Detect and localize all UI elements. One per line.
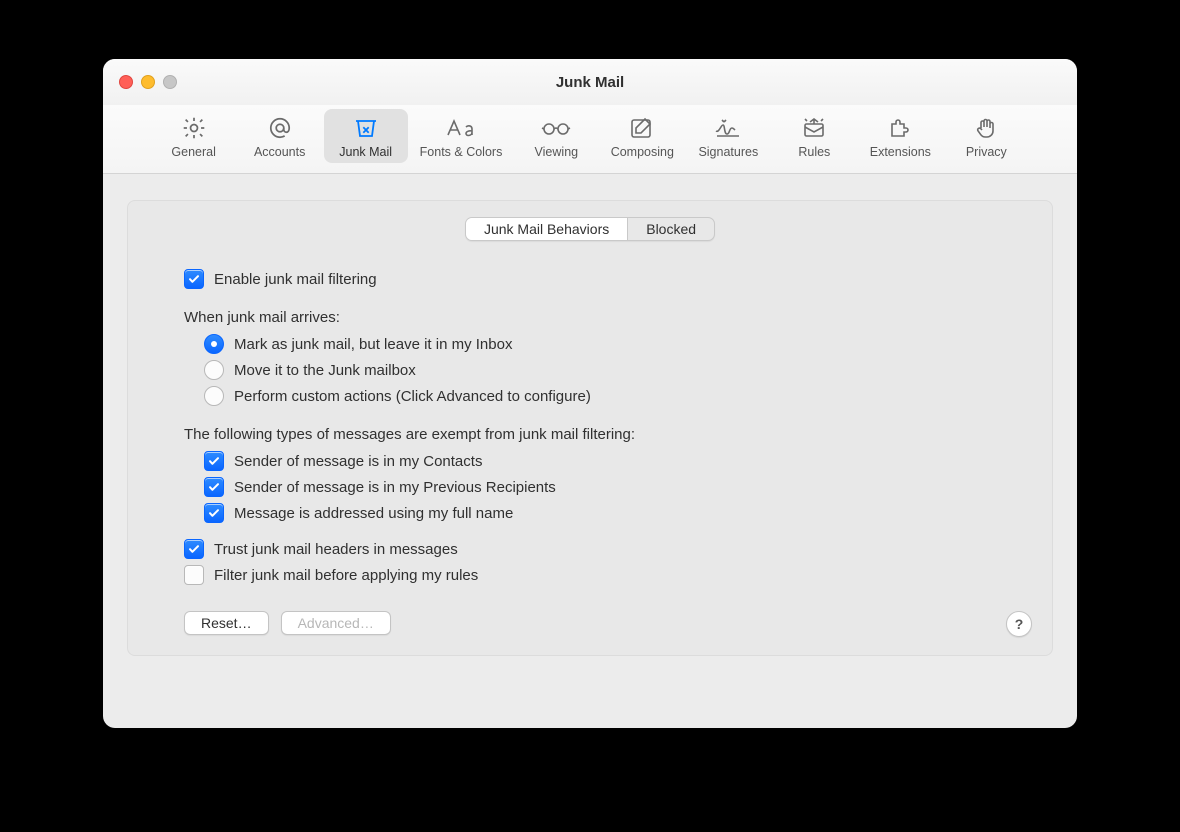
filter-before-rules-label: Filter junk mail before applying my rule… <box>214 567 478 584</box>
tab-label: Fonts & Colors <box>420 145 503 159</box>
arrives-option-label: Mark as junk mail, but leave it in my In… <box>234 336 512 353</box>
tab-accounts[interactable]: Accounts <box>238 109 322 163</box>
preferences-window: Junk Mail General <box>103 59 1077 728</box>
titlebar: Junk Mail <box>103 59 1077 105</box>
tab-fonts-colors[interactable]: Fonts & Colors <box>410 109 513 163</box>
arrives-option-label: Perform custom actions (Click Advanced t… <box>234 388 591 405</box>
junk-subsection-segmented: Junk Mail Behaviors Blocked <box>465 217 715 241</box>
tab-label: Privacy <box>966 145 1007 159</box>
tab-label: Signatures <box>698 145 758 159</box>
exempt-previous-recipients-checkbox[interactable] <box>204 477 224 497</box>
hand-icon <box>974 115 998 141</box>
glasses-icon <box>540 115 572 141</box>
arrives-option-label: Move it to the Junk mailbox <box>234 362 416 379</box>
window-title: Junk Mail <box>556 74 624 91</box>
junk-mail-panel: Junk Mail Behaviors Blocked Enable junk … <box>127 200 1053 656</box>
help-button[interactable]: ? <box>1006 611 1032 637</box>
puzzle-icon <box>887 115 913 141</box>
trust-headers-label: Trust junk mail headers in messages <box>214 541 458 558</box>
exempt-heading: The following types of messages are exem… <box>184 426 996 443</box>
compose-icon <box>629 115 655 141</box>
rules-icon <box>800 115 828 141</box>
tab-privacy[interactable]: Privacy <box>944 109 1028 163</box>
arrives-option-mark-radio[interactable] <box>204 334 224 354</box>
close-window-button[interactable] <box>119 75 133 89</box>
exempt-option-label: Sender of message is in my Previous Reci… <box>234 479 556 496</box>
filter-before-rules-checkbox[interactable] <box>184 565 204 585</box>
tab-rules[interactable]: Rules <box>772 109 856 163</box>
junk-bin-icon <box>352 115 380 141</box>
advanced-button[interactable]: Advanced… <box>281 611 391 635</box>
minimize-window-button[interactable] <box>141 75 155 89</box>
exempt-option-label: Sender of message is in my Contacts <box>234 453 482 470</box>
window-controls <box>119 75 177 89</box>
at-icon <box>267 115 293 141</box>
zoom-window-button[interactable] <box>163 75 177 89</box>
trust-headers-checkbox[interactable] <box>184 539 204 559</box>
tab-label: General <box>171 145 215 159</box>
exempt-full-name-checkbox[interactable] <box>204 503 224 523</box>
tab-junk-mail[interactable]: Junk Mail <box>324 109 408 163</box>
exempt-option-label: Message is addressed using my full name <box>234 505 513 522</box>
gear-icon <box>181 115 207 141</box>
tab-signatures[interactable]: Signatures <box>686 109 770 163</box>
tab-label: Composing <box>611 145 674 159</box>
reset-button[interactable]: Reset… <box>184 611 269 635</box>
tab-viewing[interactable]: Viewing <box>514 109 598 163</box>
tab-composing[interactable]: Composing <box>600 109 684 163</box>
enable-junk-filtering-checkbox[interactable] <box>184 269 204 289</box>
tab-general[interactable]: General <box>152 109 236 163</box>
exempt-contacts-checkbox[interactable] <box>204 451 224 471</box>
arrives-option-move-radio[interactable] <box>204 360 224 380</box>
preferences-toolbar: General Accounts <box>103 105 1077 174</box>
tab-label: Extensions <box>870 145 931 159</box>
segment-blocked[interactable]: Blocked <box>628 218 714 240</box>
signature-icon <box>713 115 743 141</box>
tab-label: Rules <box>798 145 830 159</box>
enable-junk-filtering-label: Enable junk mail filtering <box>214 271 377 288</box>
tab-label: Junk Mail <box>339 145 392 159</box>
tab-label: Accounts <box>254 145 305 159</box>
tab-label: Viewing <box>535 145 579 159</box>
arrives-option-custom-radio[interactable] <box>204 386 224 406</box>
fonts-icon <box>445 115 477 141</box>
segment-behaviors[interactable]: Junk Mail Behaviors <box>466 218 628 240</box>
when-junk-arrives-heading: When junk mail arrives: <box>184 309 996 326</box>
tab-extensions[interactable]: Extensions <box>858 109 942 163</box>
